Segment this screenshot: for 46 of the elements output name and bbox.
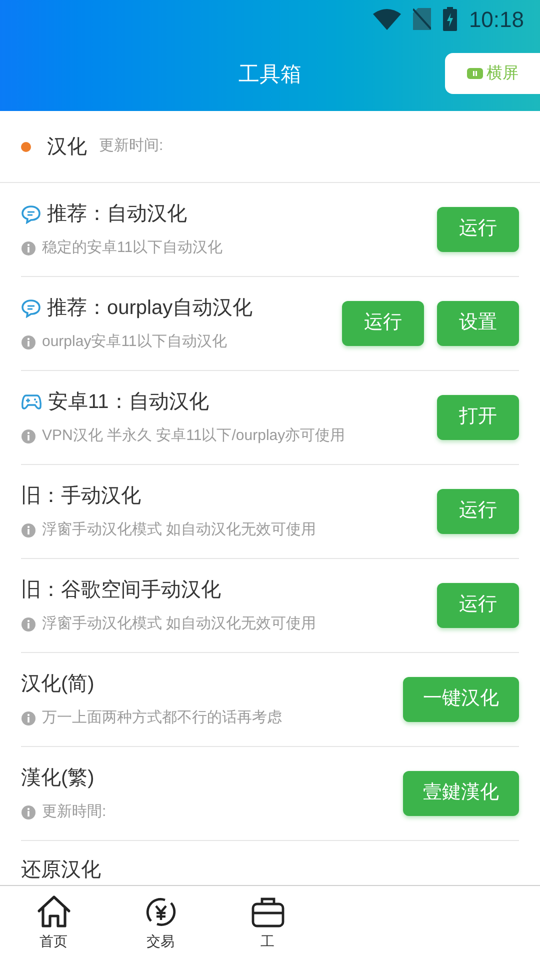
info-icon: [21, 523, 36, 538]
item-description: 浮窗手动汉化模式 如自动汉化无效可使用: [42, 614, 316, 634]
landscape-icon: [466, 68, 482, 79]
battery-charging-icon: [442, 7, 457, 31]
section-title: 汉化: [47, 134, 87, 160]
info-icon: [21, 805, 36, 820]
item-description: 浮窗手动汉化模式 如自动汉化无效可使用: [42, 520, 316, 540]
update-time-label: 更新时间:: [99, 136, 164, 156]
item-description: 万一上面两种方式都不行的话再考虑: [42, 708, 282, 728]
action-button[interactable]: 一键汉化: [403, 677, 519, 722]
home-icon: [36, 894, 72, 928]
info-icon: [21, 617, 36, 632]
item-title: 推荐：ourplay自动汉化: [47, 296, 253, 322]
action-button[interactable]: 打开: [437, 395, 519, 440]
item-description: VPN汉化 半永久 安卓11以下/ourplay亦可使用: [42, 426, 346, 446]
action-button[interactable]: 运行: [437, 489, 519, 534]
action-button[interactable]: 壹鍵漢化: [403, 771, 519, 816]
item-title: 旧：手动汉化: [21, 484, 141, 510]
item-title: 旧：谷歌空间手动汉化: [21, 578, 221, 604]
no-sim-icon: [412, 8, 431, 30]
item-title: 推荐：自动汉化: [47, 202, 187, 228]
action-button[interactable]: 设置: [437, 301, 519, 346]
info-icon: [21, 711, 36, 726]
wifi-icon: [372, 8, 401, 30]
action-button[interactable]: 运行: [342, 301, 424, 346]
item-title: 还原汉化: [21, 858, 101, 883]
item-description: 稳定的安卓11以下自动汉化: [42, 238, 223, 258]
chat-bubble-icon: [21, 204, 41, 224]
landscape-button[interactable]: 横屏: [445, 53, 540, 94]
item-title: 漢化(繁): [21, 766, 94, 792]
action-button[interactable]: 运行: [437, 207, 519, 252]
page-title: 工具箱: [238, 62, 302, 88]
nav-tab[interactable]: 交易: [107, 886, 214, 960]
nav-tab[interactable]: 首页: [0, 886, 107, 960]
item-description: ourplay安卓11以下自动汉化: [42, 332, 227, 352]
info-icon: [21, 241, 36, 256]
chat-bubble-icon: [21, 298, 41, 318]
nav-tab[interactable]: 工: [214, 886, 321, 960]
gamepad-icon: [21, 394, 42, 410]
item-title: 汉化(简): [21, 672, 94, 698]
item-title: 安卓11：自动汉化: [48, 390, 209, 416]
item-description: 更新時間:: [42, 802, 106, 822]
info-icon: [21, 429, 36, 444]
info-icon: [21, 335, 36, 350]
clock-time: 10:18: [468, 6, 524, 34]
action-button[interactable]: 运行: [437, 583, 519, 628]
